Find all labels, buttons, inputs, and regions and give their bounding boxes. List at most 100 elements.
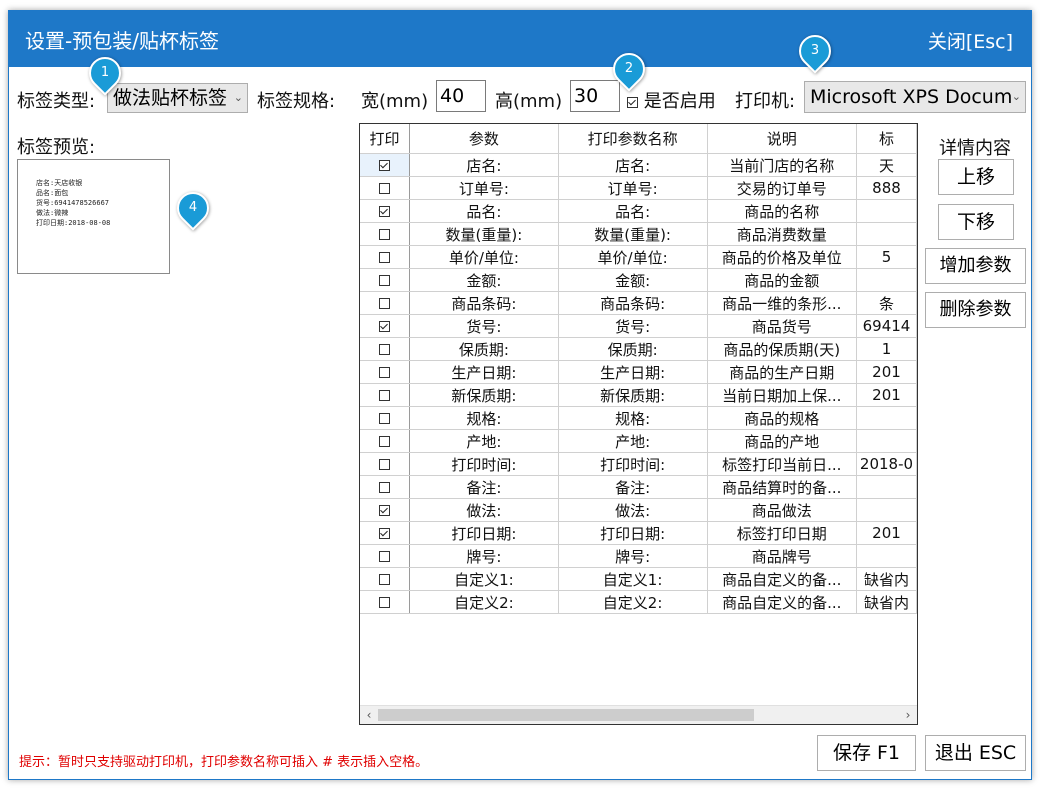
extra-cell[interactable]: 缺省内 xyxy=(856,567,917,591)
table-row[interactable]: 做法: 做法: 商品做法 xyxy=(360,498,917,522)
table-row[interactable]: 保质期: 保质期: 商品的保质期(天) 1 xyxy=(360,337,917,361)
column-header-param[interactable]: 参数 xyxy=(409,124,559,154)
print-name-cell[interactable]: 数量(重量): xyxy=(558,222,708,246)
column-header-desc[interactable]: 说明 xyxy=(707,124,857,154)
desc-cell[interactable]: 商品货号 xyxy=(707,314,857,338)
print-checkbox[interactable] xyxy=(379,229,391,240)
parameters-grid[interactable]: 打印 参数 打印参数名称 说明 标 店名: 店名: 当前门店的名称天订单号: 订单号:… xyxy=(359,123,918,725)
table-row[interactable]: 店名: 店名: 当前门店的名称天 xyxy=(360,153,917,177)
desc-cell[interactable]: 当前门店的名称 xyxy=(707,153,857,177)
print-name-cell[interactable]: 生产日期: xyxy=(558,360,708,384)
print-cell[interactable] xyxy=(360,337,411,361)
desc-cell[interactable]: 商品的生产日期 xyxy=(707,360,857,384)
print-checkbox[interactable] xyxy=(379,459,391,470)
print-checkbox[interactable] xyxy=(379,252,391,263)
extra-cell[interactable]: 201 xyxy=(856,383,917,407)
desc-cell[interactable]: 交易的订单号 xyxy=(707,176,857,200)
desc-cell[interactable]: 商品牌号 xyxy=(707,544,857,568)
table-row[interactable]: 商品条码: 商品条码: 商品一维的条形... 条 xyxy=(360,291,917,315)
param-cell[interactable]: 店名: xyxy=(409,153,559,177)
param-cell[interactable]: 保质期: xyxy=(409,337,559,361)
table-row[interactable]: 订单号: 订单号: 交易的订单号 888 xyxy=(360,176,917,200)
desc-cell[interactable]: 商品自定义的备... xyxy=(707,567,857,591)
table-row[interactable]: 自定义1: 自定义1: 商品自定义的备... 缺省内 xyxy=(360,567,917,591)
horizontal-scrollbar[interactable]: ‹ › xyxy=(360,705,917,724)
scroll-right-icon[interactable]: › xyxy=(899,706,917,724)
table-row[interactable]: 产地: 产地: 商品的产地 xyxy=(360,429,917,453)
print-cell[interactable] xyxy=(360,199,411,223)
table-row[interactable]: 单价/单位: 单价/单位: 商品的价格及单位 5 xyxy=(360,245,917,269)
extra-cell[interactable]: 1 xyxy=(856,337,917,361)
print-cell[interactable] xyxy=(360,544,411,568)
table-row[interactable]: 金额: 金额: 商品的金额 xyxy=(360,268,917,292)
print-name-cell[interactable]: 自定义1: xyxy=(558,567,708,591)
label-type-select[interactable]: 做法贴杯标签 ⌄ xyxy=(107,83,248,113)
print-cell[interactable] xyxy=(360,498,411,522)
enabled-toggle[interactable]: 是否启用 xyxy=(627,87,716,113)
column-header-print[interactable]: 打印 xyxy=(360,124,411,154)
print-checkbox[interactable] xyxy=(379,206,391,217)
print-cell[interactable] xyxy=(360,475,411,499)
print-checkbox[interactable] xyxy=(379,413,391,424)
desc-cell[interactable]: 标签打印当前日... xyxy=(707,452,857,476)
table-row[interactable]: 自定义2: 自定义2: 商品自定义的备... 缺省内 xyxy=(360,590,917,614)
table-row[interactable]: 新保质期: 新保质期: 当前日期加上保... 201 xyxy=(360,383,917,407)
print-checkbox[interactable] xyxy=(379,298,391,309)
desc-cell[interactable]: 商品的价格及单位 xyxy=(707,245,857,269)
close-button[interactable]: 关闭[Esc] xyxy=(928,27,1013,54)
param-cell[interactable]: 打印日期: xyxy=(409,521,559,545)
extra-cell[interactable]: 2018-0 xyxy=(856,452,917,476)
print-name-cell[interactable]: 牌号: xyxy=(558,544,708,568)
print-cell[interactable] xyxy=(360,291,411,315)
move-down-button[interactable]: 下移 xyxy=(938,204,1014,240)
table-row[interactable]: 货号: 货号: 商品货号 69414 xyxy=(360,314,917,338)
extra-cell[interactable] xyxy=(856,429,917,453)
print-cell[interactable] xyxy=(360,222,411,246)
print-name-cell[interactable]: 自定义2: xyxy=(558,590,708,614)
param-cell[interactable]: 品名: xyxy=(409,199,559,223)
print-name-cell[interactable]: 单价/单位: xyxy=(558,245,708,269)
extra-cell[interactable] xyxy=(856,475,917,499)
param-cell[interactable]: 单价/单位: xyxy=(409,245,559,269)
table-row[interactable]: 打印日期: 打印日期: 标签打印日期 201 xyxy=(360,521,917,545)
param-cell[interactable]: 规格: xyxy=(409,406,559,430)
desc-cell[interactable]: 标签打印日期 xyxy=(707,521,857,545)
print-cell[interactable] xyxy=(360,176,411,200)
move-up-button[interactable]: 上移 xyxy=(938,159,1014,195)
param-cell[interactable]: 货号: xyxy=(409,314,559,338)
param-cell[interactable]: 自定义1: xyxy=(409,567,559,591)
desc-cell[interactable]: 当前日期加上保... xyxy=(707,383,857,407)
desc-cell[interactable]: 商品做法 xyxy=(707,498,857,522)
print-cell[interactable] xyxy=(360,406,411,430)
desc-cell[interactable]: 商品的金额 xyxy=(707,268,857,292)
print-name-cell[interactable]: 做法: xyxy=(558,498,708,522)
extra-cell[interactable]: 201 xyxy=(856,521,917,545)
enabled-checkbox[interactable] xyxy=(627,96,638,108)
print-cell[interactable] xyxy=(360,429,411,453)
table-row[interactable]: 生产日期: 生产日期: 商品的生产日期 201 xyxy=(360,360,917,384)
print-checkbox[interactable] xyxy=(379,482,391,493)
print-cell[interactable] xyxy=(360,360,411,384)
desc-cell[interactable]: 商品自定义的备... xyxy=(707,590,857,614)
print-checkbox[interactable] xyxy=(379,344,391,355)
table-row[interactable]: 备注: 备注: 商品结算时的备... xyxy=(360,475,917,499)
desc-cell[interactable]: 商品的产地 xyxy=(707,429,857,453)
desc-cell[interactable]: 商品的保质期(天) xyxy=(707,337,857,361)
print-checkbox[interactable] xyxy=(379,551,391,562)
print-checkbox[interactable] xyxy=(379,390,391,401)
print-checkbox[interactable] xyxy=(379,275,391,286)
extra-cell[interactable]: 201 xyxy=(856,360,917,384)
print-cell[interactable] xyxy=(360,153,411,177)
extra-cell[interactable] xyxy=(856,268,917,292)
extra-cell[interactable]: 69414 xyxy=(856,314,917,338)
print-checkbox[interactable] xyxy=(379,597,391,608)
print-name-cell[interactable]: 打印时间: xyxy=(558,452,708,476)
extra-cell[interactable]: 888 xyxy=(856,176,917,200)
table-row[interactable]: 品名: 品名: 商品的名称 xyxy=(360,199,917,223)
extra-cell[interactable]: 缺省内 xyxy=(856,590,917,614)
table-row[interactable]: 数量(重量): 数量(重量): 商品消费数量 xyxy=(360,222,917,246)
param-cell[interactable]: 打印时间: xyxy=(409,452,559,476)
extra-cell[interactable] xyxy=(856,498,917,522)
extra-cell[interactable]: 5 xyxy=(856,245,917,269)
table-row[interactable]: 打印时间: 打印时间: 标签打印当前日... 2018-0 xyxy=(360,452,917,476)
